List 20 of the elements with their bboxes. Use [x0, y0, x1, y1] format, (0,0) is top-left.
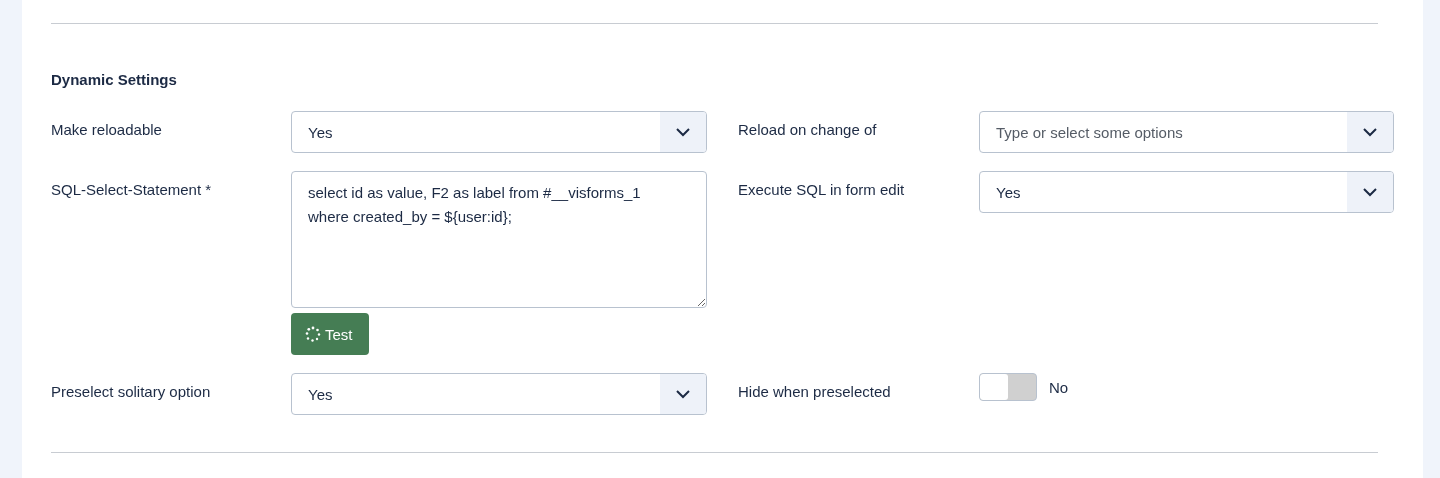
select-field[interactable]: Yes [291, 373, 707, 415]
spinner-icon [305, 326, 321, 342]
select-field[interactable]: Yes [291, 111, 707, 153]
chevron-down-icon [676, 389, 690, 399]
chevron-down-icon [1363, 127, 1377, 137]
section-title: Dynamic Settings [51, 71, 177, 88]
field-label: Hide when preselected [738, 382, 891, 400]
select-field[interactable]: Type or select some options [979, 111, 1394, 153]
field-label: Make reloadable [51, 120, 162, 138]
select-field[interactable]: Yes [979, 171, 1394, 213]
toggle-value: No [1049, 378, 1069, 396]
toggle-switch[interactable] [979, 373, 1037, 401]
chevron-down-icon [676, 127, 690, 137]
chevron-down-icon [1363, 187, 1377, 197]
field-label: Execute SQL in form edit [738, 180, 905, 198]
field-label: Reload on change of [738, 120, 877, 138]
test-button[interactable]: Test [291, 313, 369, 355]
sql-textarea[interactable]: select id as value, F2 as label from #__visforms_1 where created_by = ${user:id}; [291, 171, 707, 308]
field-label: SQL-Select-Statement * [51, 180, 212, 198]
field-label: Preselect solitary option [51, 382, 211, 400]
